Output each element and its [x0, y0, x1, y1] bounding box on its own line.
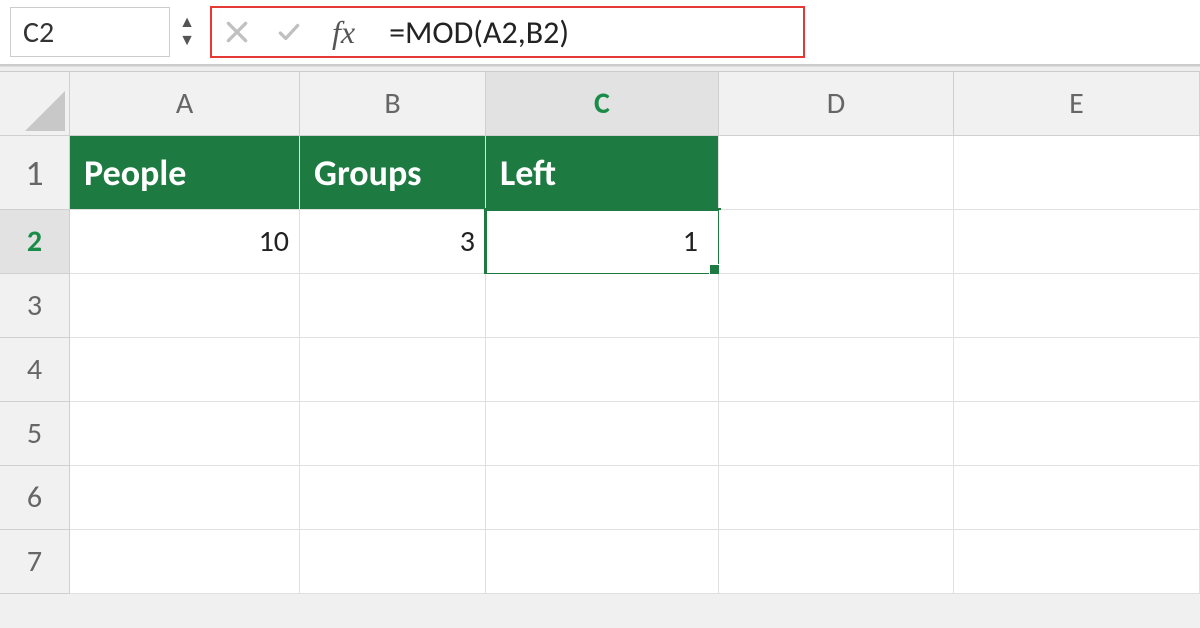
- cell-B2[interactable]: 3: [300, 210, 486, 274]
- cell-D4[interactable]: [719, 338, 954, 402]
- fx-icon[interactable]: fx: [332, 14, 355, 51]
- cell-E1[interactable]: [954, 136, 1200, 210]
- cell-C3[interactable]: [486, 274, 719, 338]
- select-all-corner[interactable]: [0, 72, 70, 136]
- row-header-6[interactable]: 6: [0, 466, 70, 530]
- cell-C2[interactable]: 1: [486, 210, 719, 274]
- formula-bar: C2 ▲ ▼ fx: [0, 0, 1200, 66]
- cell-C2-value: 1: [683, 223, 698, 260]
- cell-E3[interactable]: [954, 274, 1200, 338]
- cell-B4[interactable]: [300, 338, 486, 402]
- row-header-4[interactable]: 4: [0, 338, 70, 402]
- col-header-E[interactable]: E: [954, 72, 1200, 136]
- row-header-3[interactable]: 3: [0, 274, 70, 338]
- cell-E5[interactable]: [954, 402, 1200, 466]
- cell-B3[interactable]: [300, 274, 486, 338]
- cell-A7[interactable]: [70, 530, 300, 594]
- cell-D6[interactable]: [719, 466, 954, 530]
- cell-B7[interactable]: [300, 530, 486, 594]
- cell-D2[interactable]: [719, 210, 954, 274]
- cell-C1-value: Left: [500, 151, 556, 195]
- formula-input[interactable]: [389, 13, 791, 52]
- cell-B5[interactable]: [300, 402, 486, 466]
- cell-A1-value: People: [84, 151, 186, 195]
- cell-E7[interactable]: [954, 530, 1200, 594]
- cell-A2-value: 10: [259, 223, 289, 260]
- cell-C6[interactable]: [486, 466, 719, 530]
- col-header-D[interactable]: D: [719, 72, 954, 136]
- stepper-up-icon[interactable]: ▲: [179, 15, 195, 31]
- cancel-icon[interactable]: [224, 19, 250, 45]
- row-header-7[interactable]: 7: [0, 530, 70, 594]
- cell-E4[interactable]: [954, 338, 1200, 402]
- cell-B2-value: 3: [460, 223, 475, 260]
- cell-A1[interactable]: People: [70, 136, 300, 210]
- name-box-value: C2: [23, 14, 54, 51]
- cell-D3[interactable]: [719, 274, 954, 338]
- cell-A5[interactable]: [70, 402, 300, 466]
- cell-C7[interactable]: [486, 530, 719, 594]
- confirm-icon[interactable]: [274, 19, 304, 45]
- cell-A3[interactable]: [70, 274, 300, 338]
- formula-editor: fx: [210, 6, 805, 58]
- cell-B6[interactable]: [300, 466, 486, 530]
- cell-D1[interactable]: [719, 136, 954, 210]
- cell-A6[interactable]: [70, 466, 300, 530]
- cell-D5[interactable]: [719, 402, 954, 466]
- cell-B1-value: Groups: [314, 151, 421, 195]
- row-header-2[interactable]: 2: [0, 210, 70, 274]
- name-box-stepper[interactable]: ▲ ▼: [174, 7, 200, 57]
- cell-C4[interactable]: [486, 338, 719, 402]
- cell-B1[interactable]: Groups: [300, 136, 486, 210]
- stepper-down-icon[interactable]: ▼: [179, 33, 195, 49]
- col-header-A[interactable]: A: [70, 72, 300, 136]
- cell-C1[interactable]: Left: [486, 136, 719, 210]
- name-box[interactable]: C2: [10, 7, 170, 57]
- cell-E2[interactable]: [954, 210, 1200, 274]
- col-header-C[interactable]: C: [486, 72, 719, 136]
- cell-C5[interactable]: [486, 402, 719, 466]
- spreadsheet-grid: A B C D E 1 People Groups Left 2 10 3 1 …: [0, 72, 1200, 594]
- col-header-B[interactable]: B: [300, 72, 486, 136]
- cell-A4[interactable]: [70, 338, 300, 402]
- cell-A2[interactable]: 10: [70, 210, 300, 274]
- cell-D7[interactable]: [719, 530, 954, 594]
- row-header-1[interactable]: 1: [0, 136, 70, 210]
- cell-E6[interactable]: [954, 466, 1200, 530]
- row-header-5[interactable]: 5: [0, 402, 70, 466]
